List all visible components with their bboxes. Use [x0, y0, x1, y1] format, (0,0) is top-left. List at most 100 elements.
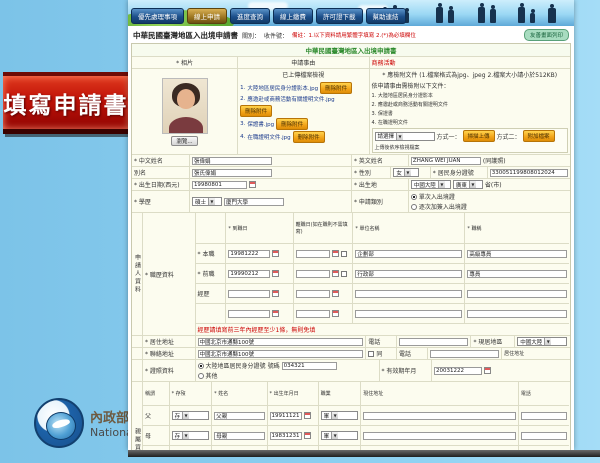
license-valid-input[interactable]: [434, 367, 482, 375]
chevron-down-icon: ▼: [544, 338, 551, 345]
file-link[interactable]: 保證書.jpg: [247, 120, 274, 128]
resident-address-input[interactable]: [198, 338, 364, 346]
print-friendly-button[interactable]: 友善畫面列印: [524, 29, 569, 41]
career-r1-title-input[interactable]: [467, 250, 567, 258]
en-name-input[interactable]: [411, 157, 481, 165]
calendar-icon[interactable]: [304, 412, 311, 419]
tab-help-links[interactable]: 幫助連結: [366, 8, 406, 24]
tab-online-apply[interactable]: 線上申請: [187, 8, 227, 24]
file-link[interactable]: 應邀赴或商務活動有關證明文件.jpg: [247, 95, 334, 103]
family-side-label: 親屬資料: [133, 428, 142, 451]
calendar-icon[interactable]: [272, 250, 279, 257]
radio-button[interactable]: [411, 194, 417, 200]
tab-progress[interactable]: 進度查詢: [230, 8, 270, 24]
career-exp-start-input[interactable]: [228, 290, 270, 298]
tab-permit-download[interactable]: 許可證下載: [316, 8, 363, 24]
tab-payment[interactable]: 線上繳費: [273, 8, 313, 24]
chevron-down-icon: ▼: [182, 412, 189, 419]
family-rel: 父: [143, 406, 169, 425]
tab-priority[interactable]: 優先處理事項: [131, 8, 184, 24]
calendar-icon[interactable]: [272, 290, 279, 297]
banner-people-icon: [378, 1, 568, 25]
education-select[interactable]: 碩士▼: [192, 197, 222, 206]
cn-name-label: * 中文姓名: [132, 155, 189, 166]
alias-input[interactable]: [192, 169, 272, 177]
birthplace-country-select[interactable]: 中國大陸▼: [411, 180, 451, 189]
delete-attachment-button[interactable]: 刪除附件: [320, 82, 352, 94]
family-addr-input[interactable]: [363, 412, 516, 420]
delete-attachment-button[interactable]: 刪除附件: [293, 131, 325, 143]
checkbox[interactable]: [341, 251, 347, 257]
family-name-input[interactable]: [214, 432, 264, 440]
birthplace-province-select[interactable]: 廣東▼: [453, 180, 483, 189]
file-link[interactable]: 在職證明文件.jpg: [247, 133, 290, 141]
radio-button[interactable]: [411, 204, 417, 210]
uploaded-files-header: 已上傳檔案檢視: [240, 70, 366, 79]
family-dob-input[interactable]: [270, 412, 302, 420]
delete-attachment-button[interactable]: 刪除附件: [276, 118, 308, 130]
calendar-icon[interactable]: [304, 432, 311, 439]
radio-button[interactable]: [198, 373, 204, 379]
career-r1-end-input[interactable]: [296, 250, 330, 258]
family-status-select[interactable]: 存▼: [172, 411, 210, 420]
career-r1-org-input[interactable]: [355, 250, 462, 258]
career-r1-start-input[interactable]: [228, 250, 270, 258]
chevron-down-icon: ▼: [438, 181, 445, 188]
career-exp2-start-input[interactable]: [228, 310, 270, 318]
chevron-down-icon: ▼: [404, 169, 411, 176]
calendar-icon[interactable]: [272, 270, 279, 277]
file-link[interactable]: 大陸地區居民身分證影本.jpg: [247, 84, 318, 92]
region-label: * 現居地區: [470, 336, 514, 347]
checkbox[interactable]: [341, 271, 347, 277]
radio-button[interactable]: [198, 363, 204, 369]
calendar-icon[interactable]: [484, 367, 491, 374]
license-valid-label: * 有效期年月: [379, 360, 432, 381]
license-number-input[interactable]: [282, 362, 337, 370]
resident-phone-input[interactable]: [399, 338, 468, 346]
school-input[interactable]: [224, 198, 284, 206]
calendar-icon[interactable]: [249, 181, 256, 188]
page-title: 中華民國臺灣地區入出境申請書: [133, 30, 238, 41]
delete-attachment-button[interactable]: 刪除附件: [240, 105, 272, 117]
family-job-select[interactable]: 軍▼: [321, 431, 359, 440]
region-select[interactable]: 中國大陸▼: [517, 337, 567, 346]
contact-phone-input[interactable]: [430, 350, 499, 358]
family-name-input[interactable]: [214, 412, 264, 420]
career-exp-title-input[interactable]: [467, 290, 567, 298]
calendar-icon[interactable]: [332, 310, 339, 317]
photo-browse-button[interactable]: 瀏覽...: [171, 136, 197, 146]
family-dob-input[interactable]: [270, 432, 302, 440]
checkbox[interactable]: [368, 351, 374, 357]
contact-address-input[interactable]: [198, 350, 364, 358]
career-r2-org-input[interactable]: [355, 270, 462, 278]
family-phone-input[interactable]: [521, 412, 567, 420]
cn-name-input[interactable]: [192, 157, 272, 165]
family-phone-input[interactable]: [521, 432, 567, 440]
family-h-status: * 存歿: [169, 382, 212, 405]
career-r2-start-input[interactable]: [228, 270, 270, 278]
calendar-icon[interactable]: [332, 250, 339, 257]
id-input[interactable]: [490, 169, 568, 177]
attach-file-button[interactable]: 附加檔案: [523, 130, 555, 142]
career-exp2-title-input[interactable]: [467, 310, 567, 318]
scan-upload-button[interactable]: 掃描上傳: [463, 130, 495, 142]
family-status-select[interactable]: 存▼: [172, 431, 210, 440]
calendar-icon[interactable]: [272, 310, 279, 317]
career-note: 經歷請填寫前三年內經歷至少1條，無則免填: [196, 324, 569, 335]
career-r2-end-input[interactable]: [296, 270, 330, 278]
calendar-icon[interactable]: [332, 270, 339, 277]
calendar-icon[interactable]: [332, 290, 339, 297]
gender-select[interactable]: 女▼: [393, 168, 419, 177]
attach-type-select[interactable]: 請選擇▼: [375, 132, 435, 141]
birth-input[interactable]: [192, 181, 247, 189]
career-exp-org-input[interactable]: [355, 290, 462, 298]
family-addr-input[interactable]: [363, 432, 516, 440]
career-exp-end-input[interactable]: [296, 290, 330, 298]
career-r2-title-input[interactable]: [467, 270, 567, 278]
fill-form-banner: 填寫申請書: [3, 72, 129, 134]
career-exp2-org-input[interactable]: [355, 310, 462, 318]
family-job-select[interactable]: 軍▼: [321, 411, 359, 420]
career-exp2-end-input[interactable]: [296, 310, 330, 318]
form-note: 備註：1.以下資料請用繁體字填寫 2.(*)為必填欄位: [292, 31, 416, 39]
contact-address-label: * 聯絡地址: [142, 348, 195, 359]
